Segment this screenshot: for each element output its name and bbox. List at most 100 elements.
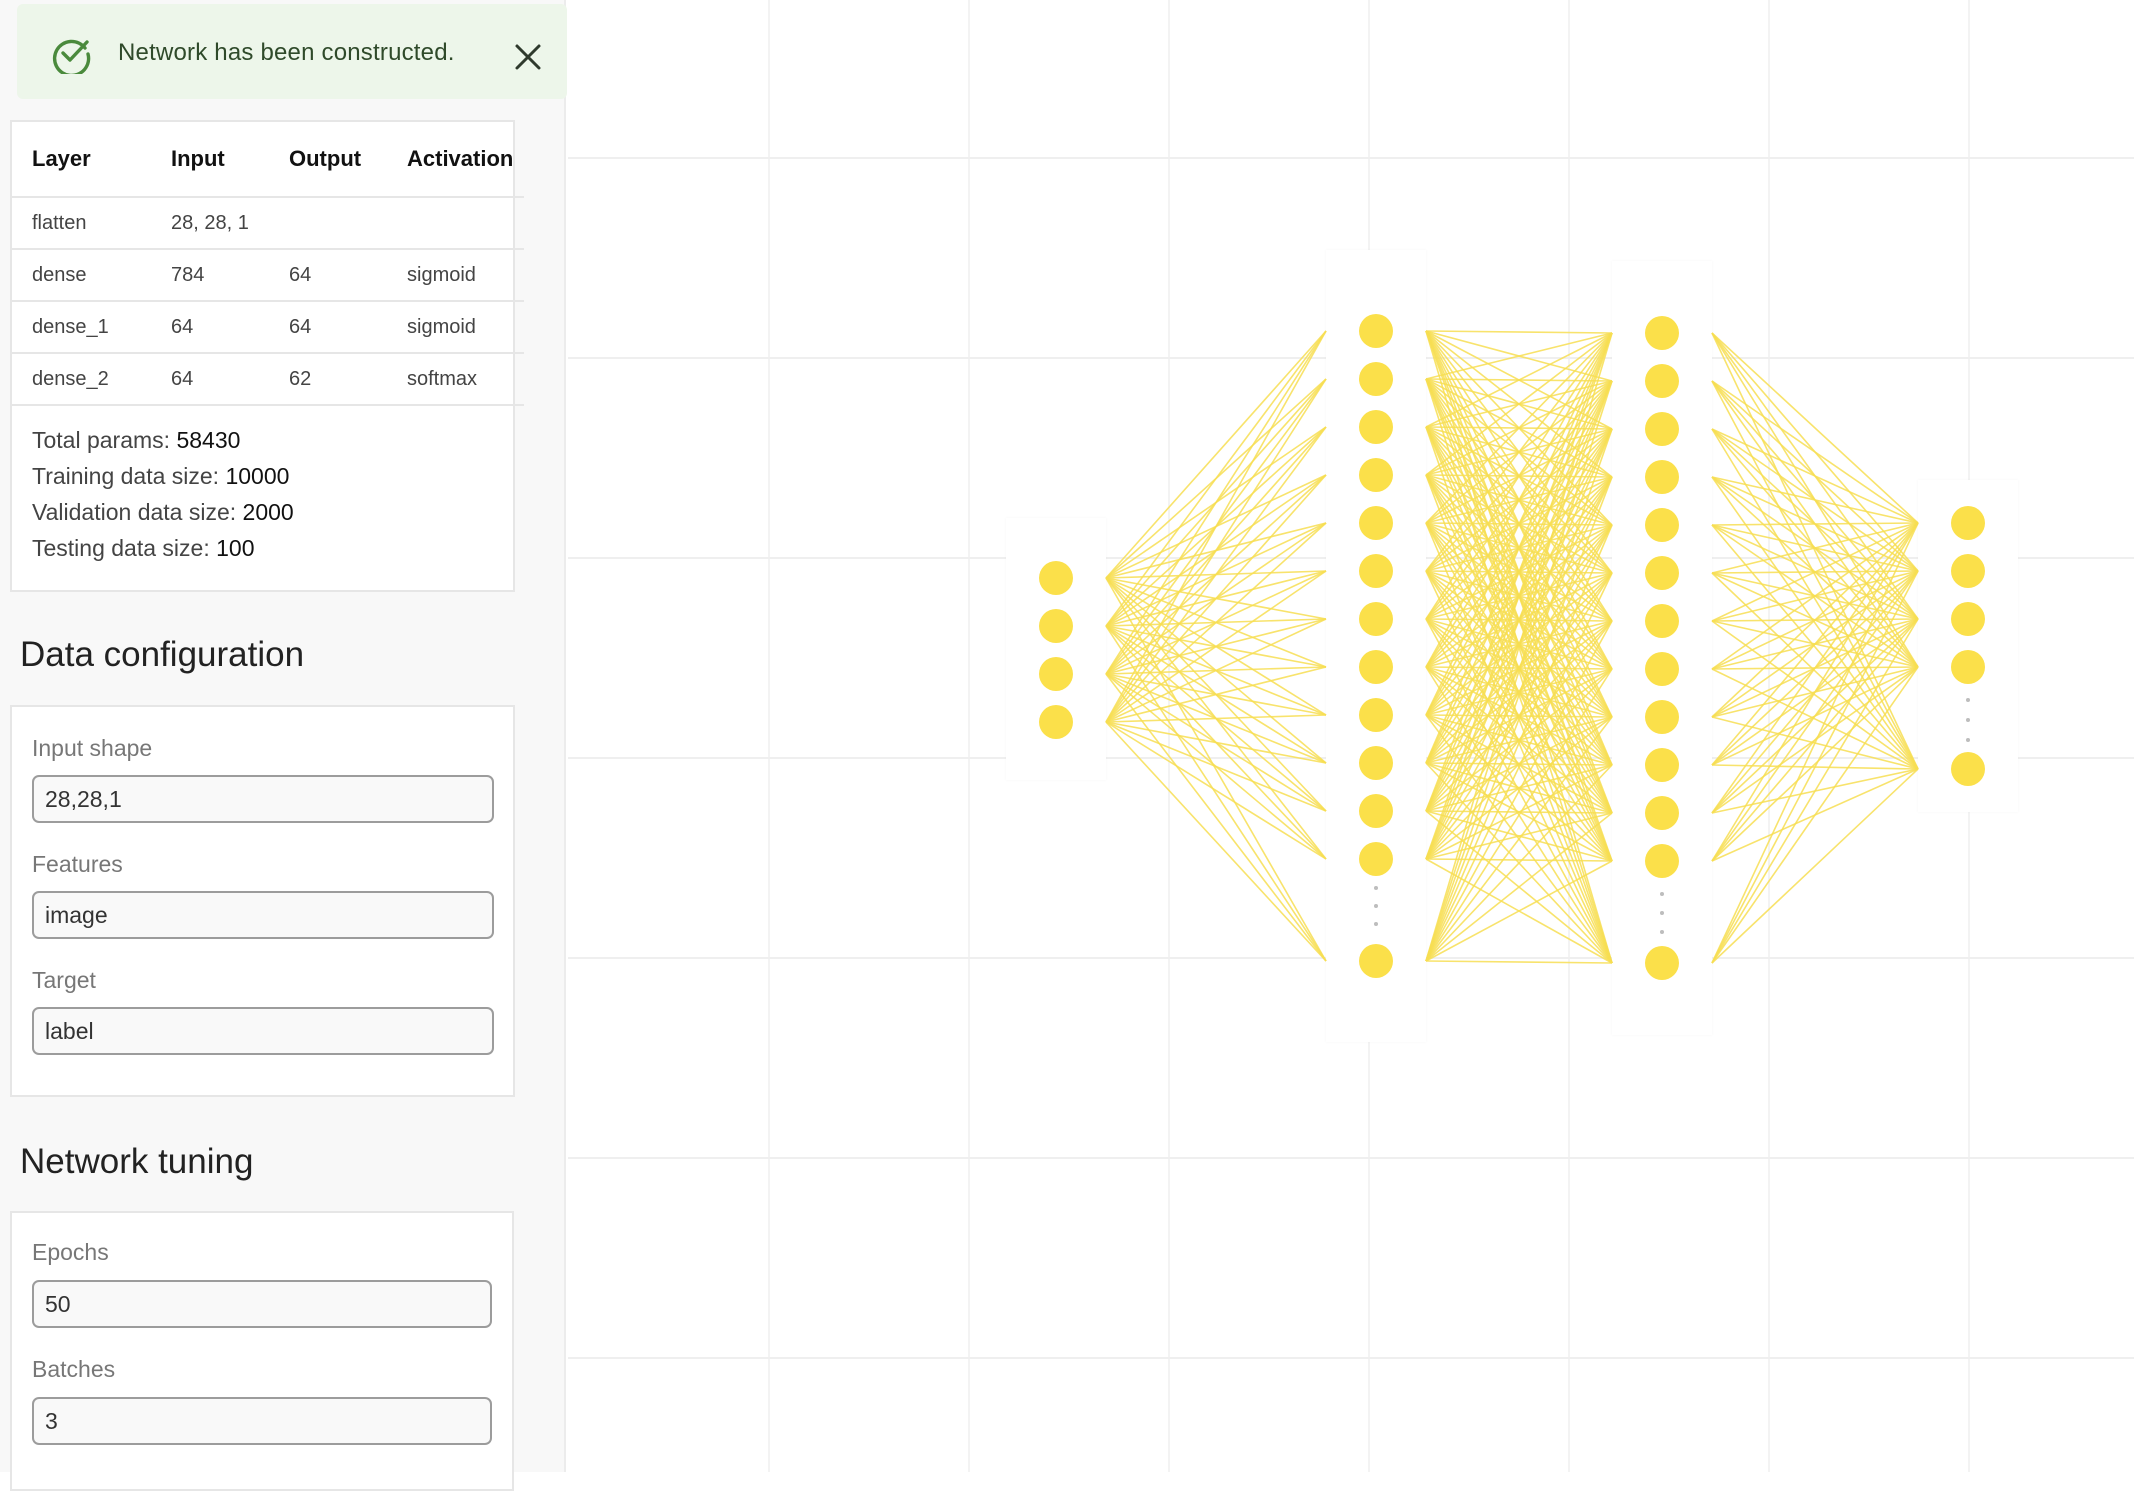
neuron-node[interactable] bbox=[1359, 554, 1393, 588]
target-field[interactable] bbox=[32, 1007, 494, 1055]
neuron-node[interactable] bbox=[1645, 844, 1679, 878]
toast-message: Network has been constructed. bbox=[118, 39, 455, 66]
connection-edge bbox=[1711, 380, 1919, 524]
connection-edge bbox=[1711, 428, 1919, 524]
cell-activation bbox=[387, 197, 524, 250]
neuron-node[interactable] bbox=[1359, 698, 1393, 732]
network-graph bbox=[1039, 314, 1985, 980]
table-row: dense_2 64 62 softmax bbox=[12, 353, 524, 406]
connection-edge bbox=[1711, 522, 1919, 526]
connection-edge bbox=[1711, 332, 1919, 524]
neuron-node[interactable] bbox=[1359, 746, 1393, 780]
connection-edge bbox=[1105, 721, 1327, 962]
features-field[interactable] bbox=[32, 891, 494, 939]
neuron-node[interactable] bbox=[1359, 362, 1393, 396]
cell-layer: dense_1 bbox=[12, 301, 151, 354]
connection-edge bbox=[1425, 858, 1613, 862]
check-circle-icon bbox=[52, 39, 91, 74]
column-header-input: Input bbox=[151, 122, 269, 198]
table-row: flatten 28, 28, 1 bbox=[12, 197, 524, 250]
target-label: Target bbox=[32, 967, 96, 993]
network-canvas[interactable] bbox=[568, 0, 2134, 1472]
connection-edge bbox=[1711, 570, 1919, 964]
epochs-field[interactable] bbox=[32, 1280, 492, 1328]
summary-stats: Total params: 58430 Training data size: … bbox=[32, 422, 294, 566]
stat-total-params: Total params: 58430 bbox=[32, 422, 294, 458]
ellipsis-dot bbox=[1660, 892, 1664, 896]
connection-edge bbox=[1711, 428, 1919, 770]
neuron-node[interactable] bbox=[1645, 556, 1679, 590]
column-header-output: Output bbox=[269, 122, 387, 198]
neuron-node[interactable] bbox=[1039, 561, 1073, 595]
network-tuning-card: Epochs Batches bbox=[10, 1211, 514, 1491]
neuron-node[interactable] bbox=[1645, 946, 1679, 980]
neuron-node[interactable] bbox=[1359, 842, 1393, 876]
neuron-node[interactable] bbox=[1645, 748, 1679, 782]
cell-input: 784 bbox=[151, 249, 269, 302]
cell-activation: sigmoid bbox=[387, 249, 524, 302]
neuron-node[interactable] bbox=[1645, 316, 1679, 350]
cell-output: 62 bbox=[269, 353, 387, 406]
neuron-node[interactable] bbox=[1359, 314, 1393, 348]
neuron-node[interactable] bbox=[1039, 657, 1073, 691]
connection-edge bbox=[1711, 666, 1919, 862]
table-row: dense 784 64 sigmoid bbox=[12, 249, 524, 302]
close-icon[interactable] bbox=[513, 42, 543, 72]
stat-value: 10000 bbox=[225, 463, 290, 489]
sidebar: Network has been constructed. Layer Inpu… bbox=[0, 0, 567, 1491]
neuron-node[interactable] bbox=[1645, 460, 1679, 494]
neuron-node[interactable] bbox=[1645, 604, 1679, 638]
neuron-node[interactable] bbox=[1359, 944, 1393, 978]
connection-edge bbox=[1711, 666, 1919, 964]
neuron-node[interactable] bbox=[1951, 650, 1985, 684]
cell-input: 64 bbox=[151, 301, 269, 354]
neuron-node[interactable] bbox=[1645, 508, 1679, 542]
network-tuning-title: Network tuning bbox=[20, 1142, 254, 1181]
neuron-node[interactable] bbox=[1645, 412, 1679, 446]
neuron-node[interactable] bbox=[1039, 609, 1073, 643]
neuron-node[interactable] bbox=[1039, 705, 1073, 739]
neuron-node[interactable] bbox=[1645, 700, 1679, 734]
connection-edge bbox=[1105, 625, 1327, 962]
input-shape-label: Input shape bbox=[32, 735, 153, 761]
column-header-activation: Activation bbox=[387, 122, 524, 198]
ellipsis-dot bbox=[1660, 930, 1664, 934]
neuron-node[interactable] bbox=[1951, 506, 1985, 540]
neuron-node[interactable] bbox=[1951, 752, 1985, 786]
connection-edge bbox=[1711, 570, 1919, 862]
neuron-node[interactable] bbox=[1645, 796, 1679, 830]
neuron-node[interactable] bbox=[1951, 602, 1985, 636]
neuron-node[interactable] bbox=[1359, 650, 1393, 684]
epochs-label: Epochs bbox=[32, 1239, 109, 1265]
cell-layer: flatten bbox=[12, 197, 151, 250]
batches-label: Batches bbox=[32, 1356, 116, 1382]
neuron-node[interactable] bbox=[1359, 458, 1393, 492]
connection-edge bbox=[1105, 330, 1327, 579]
ellipsis-dot bbox=[1374, 922, 1378, 926]
stat-validation-size: Validation data size: 2000 bbox=[32, 494, 294, 530]
neuron-node[interactable] bbox=[1645, 652, 1679, 686]
neuron-node[interactable] bbox=[1951, 554, 1985, 588]
ellipsis-dot bbox=[1966, 718, 1970, 722]
cell-output: 64 bbox=[269, 249, 387, 302]
neuron-node[interactable] bbox=[1359, 506, 1393, 540]
connection-edge bbox=[1105, 330, 1327, 627]
input-shape-field[interactable] bbox=[32, 775, 494, 823]
neuron-node[interactable] bbox=[1359, 410, 1393, 444]
connection-edge bbox=[1425, 330, 1613, 334]
stat-label: Total params: bbox=[32, 427, 171, 453]
stat-testing-size: Testing data size: 100 bbox=[32, 530, 294, 566]
model-summary-card: Layer Input Output Activation flatten 28… bbox=[10, 120, 524, 592]
connection-edge bbox=[1105, 426, 1327, 723]
neuron-node[interactable] bbox=[1359, 602, 1393, 636]
neuron-node[interactable] bbox=[1359, 794, 1393, 828]
table-header-row: Layer Input Output Activation bbox=[12, 122, 524, 198]
cell-layer: dense bbox=[12, 249, 151, 302]
ellipsis-dot bbox=[1966, 698, 1970, 702]
connection-edge bbox=[1711, 476, 1919, 524]
batches-field[interactable] bbox=[32, 1397, 492, 1445]
neuron-node[interactable] bbox=[1645, 364, 1679, 398]
stat-training-size: Training data size: 10000 bbox=[32, 458, 294, 494]
cell-input: 28, 28, 1 bbox=[151, 197, 269, 250]
connection-edge bbox=[1105, 577, 1327, 962]
